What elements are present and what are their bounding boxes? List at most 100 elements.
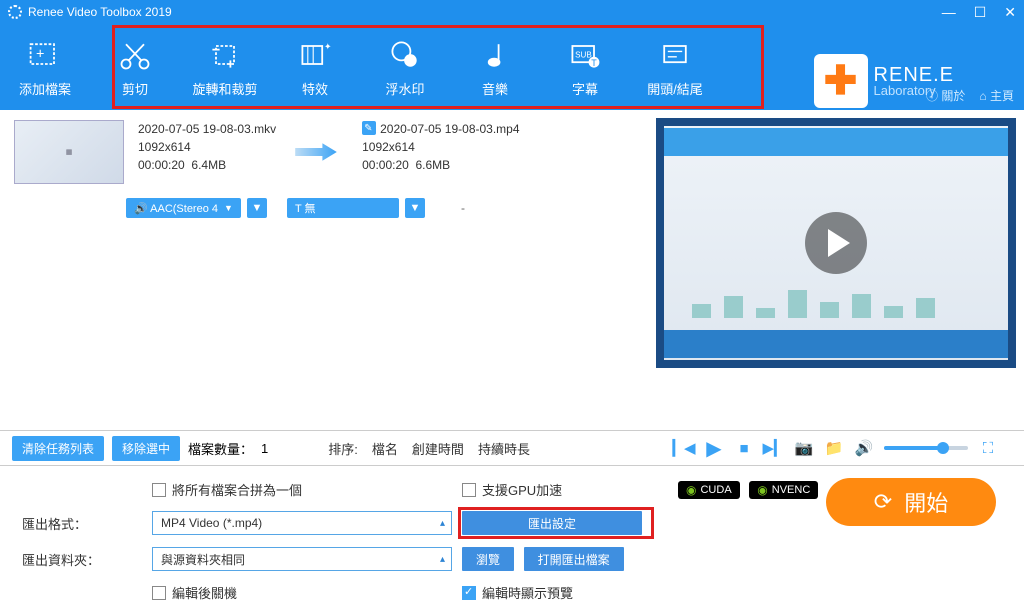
effect-icon: ✦ bbox=[297, 37, 333, 73]
close-button[interactable]: ✕ bbox=[1004, 4, 1016, 21]
target-duration: 00:00:20 bbox=[362, 158, 409, 172]
head-tail-label: 開頭/結尾 bbox=[647, 79, 703, 98]
add-file-icon: + bbox=[27, 37, 63, 73]
svg-text:SUB: SUB bbox=[575, 50, 592, 59]
source-thumbnail: ▦ bbox=[14, 120, 124, 184]
head-tail-button[interactable]: 開頭/結尾 bbox=[630, 24, 720, 110]
volume-slider[interactable] bbox=[884, 446, 968, 450]
clear-list-button[interactable]: 清除任務列表 bbox=[12, 436, 104, 461]
format-select[interactable]: MP4 Video (*.mp4) bbox=[152, 511, 452, 535]
merge-checkbox[interactable]: 將所有檔案合拼為一個 bbox=[152, 480, 452, 499]
sort-by-length[interactable]: 持續時長 bbox=[478, 439, 530, 458]
effect-label: 特效 bbox=[302, 79, 328, 98]
prev-button[interactable]: ▎◀ bbox=[674, 438, 694, 458]
target-file-info: 2020-07-05 19-08-03.mp4 1092x614 00:00:2… bbox=[362, 120, 519, 174]
source-badges: 🔊 AAC(Stereo 4▼ ▼ bbox=[126, 198, 267, 218]
sort-by-name[interactable]: 檔名 bbox=[372, 439, 398, 458]
source-size: 6.4MB bbox=[191, 158, 226, 172]
browse-button[interactable]: 瀏覽 bbox=[462, 547, 514, 571]
edit-icon[interactable] bbox=[362, 121, 376, 135]
file-count-value: 1 bbox=[261, 441, 268, 456]
sort-by-time[interactable]: 創建時間 bbox=[412, 439, 464, 458]
rotate-crop-label: 旋轉和裁剪 bbox=[192, 79, 257, 98]
nvenc-badge: ◉NVENC bbox=[749, 481, 818, 499]
svg-text:T: T bbox=[591, 57, 597, 67]
export-settings-button[interactable]: 匯出設定 bbox=[462, 511, 642, 535]
fullscreen-button[interactable]: ⛶ bbox=[978, 438, 998, 458]
watermark-icon bbox=[387, 37, 423, 73]
stop-button[interactable]: ■ bbox=[734, 438, 754, 458]
next-button[interactable]: ▶▎ bbox=[764, 438, 784, 458]
subtitle-select[interactable]: T 無 bbox=[287, 198, 399, 218]
target-filename: 2020-07-05 19-08-03.mp4 bbox=[380, 122, 519, 136]
subtitle-button[interactable]: SUBT 字幕 bbox=[540, 24, 630, 110]
cut-label: 剪切 bbox=[122, 79, 148, 98]
add-file-label: 添加檔案 bbox=[19, 79, 71, 98]
preview-play-button[interactable] bbox=[805, 212, 867, 274]
music-label: 音樂 bbox=[482, 79, 508, 98]
file-list-panel: ▦ 2020-07-05 19-08-03.mkv 1092x614 00:00… bbox=[0, 110, 648, 430]
convert-arrow-icon bbox=[276, 138, 356, 166]
main-toolbar: + 添加檔案 剪切 旋轉和裁剪 ✦ 特效 浮水印 音樂 SUBT 字幕 開頭/結… bbox=[0, 24, 1024, 110]
open-file-button[interactable]: 📁 bbox=[824, 438, 844, 458]
list-control-bar: 清除任務列表 移除選中 檔案數量： 1 排序: 檔名 創建時間 持續時長 ▎◀ … bbox=[0, 430, 1024, 466]
svg-text:✦: ✦ bbox=[324, 41, 332, 51]
add-file-button[interactable]: + 添加檔案 bbox=[0, 24, 90, 110]
watermark-button[interactable]: 浮水印 bbox=[360, 24, 450, 110]
logo-badge-icon: ✚ bbox=[814, 54, 868, 108]
subtitle-label: 字幕 bbox=[572, 79, 598, 98]
preview-checkbox[interactable]: 編輯時顯示預覽 bbox=[462, 583, 662, 602]
start-button[interactable]: ⟳ 開始 bbox=[826, 478, 996, 526]
about-link[interactable]: ⓘ 關於 bbox=[926, 87, 965, 104]
source-resolution: 1092x614 bbox=[138, 138, 276, 156]
file-row[interactable]: ▦ 2020-07-05 19-08-03.mkv 1092x614 00:00… bbox=[0, 110, 648, 194]
player-controls: ▎◀ ▶ ■ ▶▎ 📷 📁 🔊 ⛶ bbox=[674, 438, 1012, 458]
maximize-button[interactable]: ☐ bbox=[974, 4, 987, 21]
folder-label: 匯出資料夾： bbox=[22, 550, 142, 569]
home-link[interactable]: ⌂ 主頁 bbox=[979, 87, 1014, 104]
source-duration: 00:00:20 bbox=[138, 158, 185, 172]
app-title: Renee Video Toolbox 2019 bbox=[28, 5, 942, 19]
top-links: ⓘ 關於 ⌂ 主頁 bbox=[926, 87, 1014, 104]
minimize-button[interactable]: — bbox=[942, 4, 956, 21]
head-tail-icon bbox=[657, 37, 693, 73]
target-dash: - bbox=[461, 201, 465, 215]
subtitle-icon: SUBT bbox=[567, 37, 603, 73]
music-button[interactable]: 音樂 bbox=[450, 24, 540, 110]
volume-icon[interactable]: 🔊 bbox=[854, 438, 874, 458]
effect-button[interactable]: ✦ 特效 bbox=[270, 24, 360, 110]
audio-select[interactable]: 🔊 AAC(Stereo 4▼ bbox=[126, 198, 241, 218]
window-controls: — ☐ ✕ bbox=[942, 4, 1016, 21]
watermark-label: 浮水印 bbox=[385, 79, 424, 98]
target-badges: T 無 ▼ - bbox=[287, 198, 465, 218]
play-button[interactable]: ▶ bbox=[704, 438, 724, 458]
source-filename: 2020-07-05 19-08-03.mkv bbox=[138, 120, 276, 138]
subtitle-dropdown-icon[interactable]: ▼ bbox=[405, 198, 425, 218]
target-resolution: 1092x614 bbox=[362, 138, 519, 156]
video-preview[interactable] bbox=[656, 118, 1016, 368]
sort-label: 排序: bbox=[328, 439, 358, 458]
start-label: 開始 bbox=[904, 486, 948, 518]
cuda-badge: ◉CUDA bbox=[678, 481, 740, 499]
scissors-icon bbox=[117, 37, 153, 73]
cut-button[interactable]: 剪切 bbox=[90, 24, 180, 110]
title-bar: Renee Video Toolbox 2019 — ☐ ✕ bbox=[0, 0, 1024, 24]
remove-selected-button[interactable]: 移除選中 bbox=[112, 436, 180, 461]
rotate-crop-button[interactable]: 旋轉和裁剪 bbox=[180, 24, 270, 110]
preview-panel bbox=[648, 110, 1024, 430]
reload-icon: ⟳ bbox=[874, 489, 892, 515]
svg-text:+: + bbox=[36, 46, 44, 62]
music-icon bbox=[477, 37, 513, 73]
crop-icon bbox=[207, 37, 243, 73]
content-area: ▦ 2020-07-05 19-08-03.mkv 1092x614 00:00… bbox=[0, 110, 1024, 430]
format-label: 匯出格式： bbox=[22, 514, 142, 533]
source-file-info: 2020-07-05 19-08-03.mkv 1092x614 00:00:2… bbox=[138, 120, 276, 174]
folder-select[interactable]: 與源資料夾相同 bbox=[152, 547, 452, 571]
target-size: 6.6MB bbox=[415, 158, 450, 172]
app-icon bbox=[8, 5, 22, 19]
audio-dropdown-icon[interactable]: ▼ bbox=[247, 198, 267, 218]
gpu-checkbox[interactable]: 支援GPU加速 bbox=[462, 480, 662, 499]
shutdown-checkbox[interactable]: 編輯後關機 bbox=[152, 583, 452, 602]
open-export-folder-button[interactable]: 打開匯出檔案 bbox=[524, 547, 624, 571]
snapshot-button[interactable]: 📷 bbox=[794, 438, 814, 458]
